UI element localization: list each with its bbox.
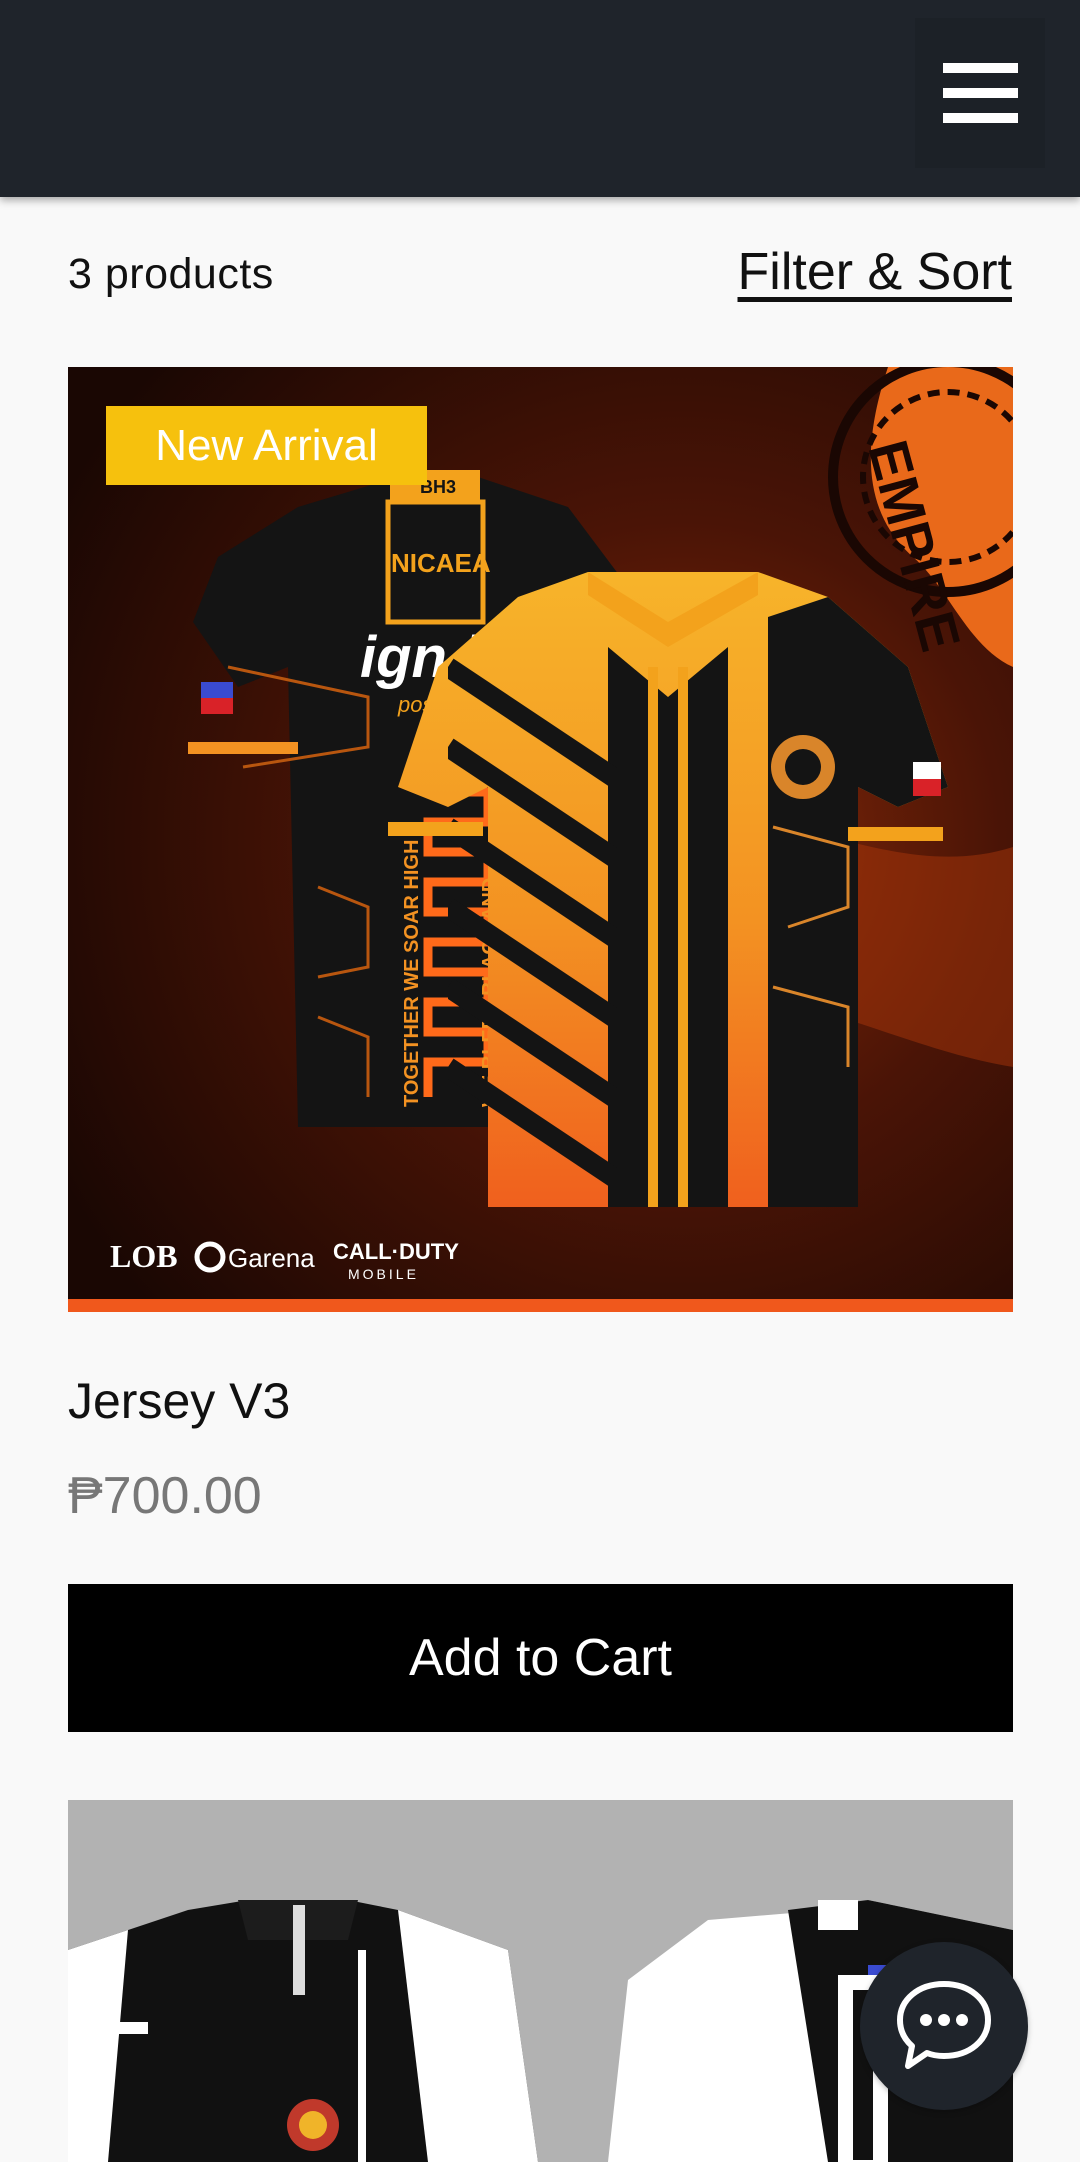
chat-bubble-icon [897,1981,991,2069]
image-sponsor-garena: Garena [228,1243,315,1273]
new-arrival-badge: New Arrival [106,406,427,485]
add-to-cart-button[interactable]: Add to Cart [68,1584,1013,1732]
product-image[interactable]: EMPIRE BH3 NICAEA ign here position here… [68,367,1013,1312]
menu-button[interactable] [915,18,1045,168]
hamburger-menu-icon-bar [943,88,1018,98]
image-nicaea-text: NICAEA [391,548,491,578]
image-sponsor-lob: LOB [110,1238,178,1274]
hamburger-menu-icon [943,63,1018,73]
filter-sort-link[interactable]: Filter & Sort [738,242,1013,302]
image-sponsor-cod: CALL·DUTY [333,1239,459,1264]
chat-button[interactable] [860,1942,1028,2110]
product-price: ₱700.00 [68,1467,262,1525]
product-count: 3 products [68,250,274,298]
site-header [0,0,1080,197]
image-together-text: TOGETHER WE SOAR HIGH [401,840,423,1107]
product-name[interactable]: Jersey V3 [68,1372,290,1430]
hamburger-menu-icon-bar [943,113,1018,123]
image-sponsor-cod-sub: MOBILE [348,1266,419,1282]
